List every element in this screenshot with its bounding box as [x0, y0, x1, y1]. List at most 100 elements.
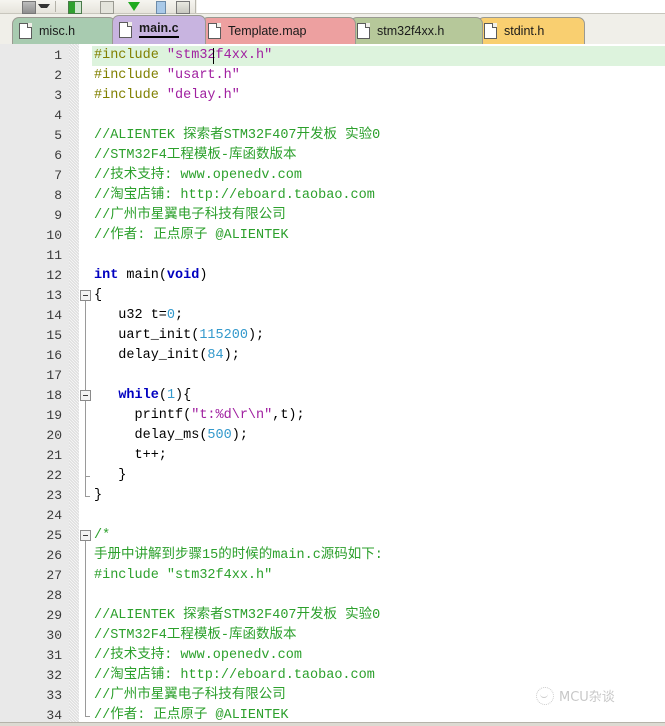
code-line[interactable]: 27 #include "stm32f4xx.h" [0, 566, 665, 586]
code-line[interactable]: 33 //广州市星翼电子科技有限公司 [0, 686, 665, 706]
token-pre: #include [94, 88, 167, 103]
token-plain: printf( [94, 408, 192, 423]
token-str: "usart.h" [166, 68, 240, 83]
line-number: 11 [46, 248, 62, 263]
toolbar-empty-area [197, 0, 665, 13]
code-line[interactable]: 13 { [0, 286, 665, 306]
line-content: int main(void) [94, 266, 207, 286]
line-content: #include "stm32f4xx.h" [94, 566, 272, 586]
token-cmt: //淘宝店铺: http://eboard.taobao.com [94, 668, 375, 683]
code-line[interactable]: 1 #include "stm32f4xx.h" [0, 46, 665, 66]
editor-tab-stm32f4xx-h[interactable]: stm32f4xx.h [350, 17, 483, 44]
line-content: delay_init(84); [94, 346, 240, 366]
code-line[interactable]: 21 t++; [0, 446, 665, 466]
code-line[interactable]: 19 printf("t:%d\r\n",t); [0, 406, 665, 426]
code-line[interactable]: 24 [0, 506, 665, 526]
file-page-icon [208, 23, 221, 39]
token-cmt: //技术支持: www.openedv.com [94, 168, 302, 183]
line-number: 19 [46, 408, 62, 423]
line-number: 5 [54, 128, 62, 143]
editor-tab-main-c[interactable]: main.c [112, 15, 206, 44]
editor-tab-template-map[interactable]: Template.map [201, 17, 356, 44]
line-number: 2 [54, 68, 62, 83]
code-line[interactable]: 25 /* [0, 526, 665, 546]
text-caret [213, 48, 214, 64]
code-line[interactable]: 34 //作者: 正点原子 @ALIENTEK [0, 706, 665, 722]
editor-tab-stdint-h[interactable]: stdint.h [477, 17, 585, 44]
code-line[interactable]: 15 uart_init(115200); [0, 326, 665, 346]
token-kw: int [94, 268, 119, 283]
editor-tab-label: stm32f4xx.h [377, 23, 445, 38]
code-line[interactable]: 10 //作者: 正点原子 @ALIENTEK [0, 226, 665, 246]
line-number: 8 [54, 188, 62, 203]
code-line[interactable]: 4 [0, 106, 665, 126]
dropdown-arrow-icon[interactable] [38, 4, 50, 14]
code-line[interactable]: 12 int main(void) [0, 266, 665, 286]
code-line[interactable]: 20 delay_ms(500); [0, 426, 665, 446]
code-line[interactable]: 11 [0, 246, 665, 266]
line-content: /* [94, 526, 110, 546]
file-page-icon [119, 22, 132, 38]
code-line[interactable]: 26 手册中讲解到步骤15的时候的main.c源码如下: [0, 546, 665, 566]
status-bar [0, 722, 665, 726]
code-line[interactable]: 2 #include "usart.h" [0, 66, 665, 86]
code-line[interactable]: 29 //ALIENTEK 探索者STM32F407开发板 实验0 [0, 606, 665, 626]
code-line[interactable]: 28 [0, 586, 665, 606]
options-target-icon[interactable] [68, 1, 82, 14]
code-line[interactable]: 14 u32 t=0; [0, 306, 665, 326]
line-number: 27 [46, 568, 62, 583]
code-line[interactable]: 5 //ALIENTEK 探索者STM32F407开发板 实验0 [0, 126, 665, 146]
code-line[interactable]: 23} [0, 486, 665, 506]
line-number: 23 [46, 488, 62, 503]
manage-runtime-icon[interactable] [176, 1, 190, 14]
code-line[interactable]: 16 delay_init(84); [0, 346, 665, 366]
token-plain: ; [175, 308, 184, 323]
code-line[interactable]: 17 [0, 366, 665, 386]
code-line[interactable]: 32 //淘宝店铺: http://eboard.taobao.com [0, 666, 665, 686]
line-content: } [94, 466, 126, 486]
line-content: #include "delay.h" [94, 86, 240, 106]
line-number: 12 [46, 268, 62, 283]
line-number: 31 [46, 648, 62, 663]
line-content: //技术支持: www.openedv.com [94, 166, 302, 186]
token-num: 500 [207, 428, 232, 443]
download-green-icon[interactable] [128, 2, 140, 11]
line-number: 28 [46, 588, 62, 603]
file-page-icon [357, 23, 370, 39]
insert-icon[interactable] [156, 1, 166, 14]
token-plain: t++; [94, 448, 167, 463]
line-number: 25 [46, 528, 62, 543]
line-number: 15 [46, 328, 62, 343]
build-target-icon[interactable] [22, 1, 36, 14]
token-cmt: #include "stm32f4xx.h" [94, 568, 273, 583]
line-number: 30 [46, 628, 62, 643]
token-plain: uart_init( [94, 328, 200, 343]
code-line[interactable]: 7 //技术支持: www.openedv.com [0, 166, 665, 186]
code-line[interactable]: 22 } [0, 466, 665, 486]
code-line[interactable]: 31 //技术支持: www.openedv.com [0, 646, 665, 666]
code-editor[interactable]: 1 #include "stm32f4xx.h" 2 #include "usart.… [0, 44, 665, 722]
line-number: 18 [46, 388, 62, 403]
editor-tab-label: main.c [139, 22, 179, 38]
code-text-area[interactable]: 1 #include "stm32f4xx.h" 2 #include "usart.… [0, 44, 665, 722]
editor-tab-misc-h[interactable]: misc.h [12, 17, 116, 44]
token-plain: ,t); [272, 408, 305, 423]
token-plain: ); [247, 328, 265, 343]
file-page-icon [484, 23, 497, 39]
code-line[interactable]: 30 //STM32F4工程模板-库函数版本 [0, 626, 665, 646]
code-line[interactable]: 6 //STM32F4工程模板-库函数版本 [0, 146, 665, 166]
line-number: 1 [54, 48, 62, 63]
line-content: //作者: 正点原子 @ALIENTEK [94, 226, 288, 246]
token-str: "t:%d\r\n" [191, 408, 273, 423]
blank-page-icon[interactable] [100, 1, 114, 14]
token-plain: } [94, 468, 127, 483]
line-number: 20 [46, 428, 62, 443]
line-number: 32 [46, 668, 62, 683]
token-cmt: //淘宝店铺: http://eboard.taobao.com [94, 188, 375, 203]
line-content: 手册中讲解到步骤15的时候的main.c源码如下: [94, 546, 383, 566]
code-line[interactable]: 18 while(1){ [0, 386, 665, 406]
line-content: #include "usart.h" [94, 66, 240, 86]
code-line[interactable]: 9 //广州市星翼电子科技有限公司 [0, 206, 665, 226]
code-line[interactable]: 8 //淘宝店铺: http://eboard.taobao.com [0, 186, 665, 206]
code-line[interactable]: 3 #include "delay.h" [0, 86, 665, 106]
